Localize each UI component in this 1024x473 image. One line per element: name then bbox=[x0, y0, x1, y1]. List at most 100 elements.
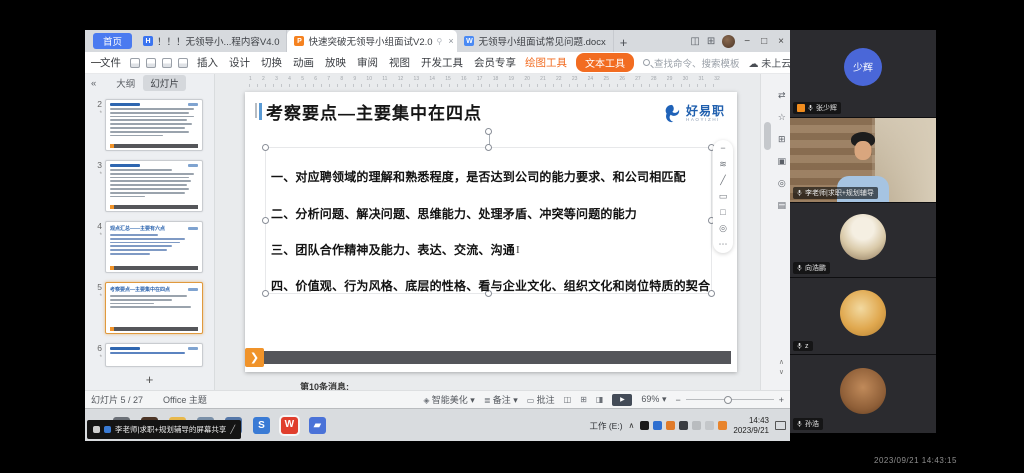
resize-handle[interactable] bbox=[262, 217, 269, 224]
insert-image-icon[interactable]: ▣ bbox=[777, 156, 786, 167]
theme-name[interactable]: Office 主题 bbox=[163, 393, 207, 406]
participant-tile[interactable]: z bbox=[790, 278, 936, 354]
zoom-level[interactable]: 69% ▾ bbox=[641, 394, 666, 405]
duplicate-icon[interactable]: ⊞ bbox=[778, 134, 786, 145]
participant-tile[interactable]: 向浩鹏 bbox=[790, 203, 936, 277]
menu-切换[interactable]: 切换 bbox=[261, 55, 282, 70]
menu-开发工具[interactable]: 开发工具 bbox=[421, 55, 463, 70]
zoom-track[interactable] bbox=[686, 399, 774, 400]
idea-icon[interactable]: ◎ bbox=[719, 224, 727, 233]
apps-grid-icon[interactable]: ⊞ bbox=[707, 36, 715, 47]
resize-handle[interactable] bbox=[485, 144, 492, 151]
vertical-scrollbar[interactable] bbox=[764, 122, 771, 150]
participant-tile[interactable]: 少辉 张少辉 bbox=[790, 30, 936, 117]
slideshow-play-button[interactable]: ▶ bbox=[612, 394, 632, 406]
reading-view-icon[interactable]: ◨ bbox=[596, 395, 604, 404]
tray-icon-3[interactable] bbox=[679, 421, 688, 430]
export-icon[interactable] bbox=[146, 58, 156, 68]
menu-审阅[interactable]: 审阅 bbox=[357, 55, 378, 70]
restore-button[interactable]: □ bbox=[759, 36, 769, 47]
slide-thumbnail[interactable]: 考察要点—主要集中在四点 bbox=[105, 282, 203, 334]
menu-视图[interactable]: 视图 bbox=[389, 55, 410, 70]
minimize-button[interactable]: − bbox=[742, 36, 752, 47]
comments-toggle[interactable]: ▭ 批注 bbox=[527, 393, 555, 406]
menu-动画[interactable]: 动画 bbox=[293, 55, 314, 70]
tray-icon-1[interactable] bbox=[653, 421, 662, 430]
slide-thumbnail[interactable]: 观点汇总——主要有六点 bbox=[105, 221, 203, 273]
account-avatar[interactable] bbox=[722, 35, 735, 48]
resize-handle[interactable] bbox=[262, 290, 269, 297]
preview-icon[interactable] bbox=[178, 58, 188, 68]
document-tab[interactable]: H ！！！无领导小...程内容V4.0 bbox=[136, 30, 287, 52]
slide-bullet-4[interactable]: 四、价值观、行为风格、底层的性格、看与企业文化、组织文化和岗位特质的契合 bbox=[271, 277, 716, 294]
menu-file[interactable]: 文件 bbox=[100, 55, 121, 70]
resize-handle[interactable] bbox=[262, 144, 269, 151]
participant-tile[interactable]: 李老师|求职+规划辅导 bbox=[790, 118, 936, 202]
favorite-icon[interactable]: ☆ bbox=[778, 112, 786, 123]
smart-beautify-button[interactable]: ◈ 智能美化 ▾ bbox=[423, 393, 474, 406]
tray-icon-6[interactable] bbox=[718, 421, 727, 430]
slide-canvas[interactable]: 考察要点—主要集中在四点 好易职 HAOYIZHI bbox=[245, 92, 737, 372]
cloud-status[interactable]: ☁ 未上云 bbox=[749, 55, 792, 70]
slide-bullet-2[interactable]: 二、分析问题、解决问题、思维能力、处理矛盾、冲突等问题的能力 bbox=[271, 205, 716, 222]
collapse-panel-button[interactable]: « bbox=[91, 78, 96, 89]
tray-icon-0[interactable] bbox=[640, 421, 649, 430]
slide-bullet-1[interactable]: 一、对应聘领域的理解和熟悉程度，是否达到公司的能力要求、和公司相匹配 bbox=[271, 168, 716, 185]
tray-icon-5[interactable] bbox=[705, 421, 714, 430]
zoom-in-button[interactable]: + bbox=[779, 395, 784, 405]
print-icon[interactable] bbox=[162, 58, 172, 68]
save-icon[interactable] bbox=[130, 58, 140, 68]
layers-icon[interactable]: ≋ bbox=[719, 160, 727, 169]
menu-插入[interactable]: 插入 bbox=[197, 55, 218, 70]
add-slide-button[interactable]: + bbox=[85, 371, 214, 390]
taskbar-app-browser-s[interactable]: S bbox=[253, 417, 270, 434]
close-button[interactable]: × bbox=[776, 36, 786, 47]
tray-icon-4[interactable] bbox=[692, 421, 701, 430]
notes-pane-text[interactable]: 第10条消息: bbox=[300, 380, 349, 390]
slide-thumbnail[interactable] bbox=[105, 343, 203, 367]
tune-icon[interactable]: ⇄ bbox=[778, 90, 786, 101]
slide-bullet-3[interactable]: 三、团队合作精神及能力、表达、交流、沟通 bbox=[271, 241, 716, 258]
participant-tile[interactable]: 孙浩 bbox=[790, 355, 936, 433]
tray-expand-icon[interactable]: ∧ bbox=[629, 421, 635, 430]
help-icon[interactable]: ◎ bbox=[778, 178, 786, 189]
tray-icon-2[interactable] bbox=[666, 421, 675, 430]
zoom-out-button[interactable]: − bbox=[675, 395, 680, 405]
pen-icon[interactable]: ╱ bbox=[720, 176, 725, 185]
normal-view-icon[interactable]: ◫ bbox=[564, 395, 572, 404]
menu-会员专享[interactable]: 会员专享 bbox=[474, 55, 516, 70]
tab-slides[interactable]: 幻灯片 bbox=[143, 75, 186, 91]
tab-outline[interactable]: 大纲 bbox=[116, 76, 135, 90]
taskbar-clock[interactable]: 14:432023/9/21 bbox=[733, 416, 769, 434]
collapse-icon[interactable]: − bbox=[720, 144, 725, 153]
layout-panel-icon[interactable]: ◫ bbox=[690, 36, 699, 47]
more-icon[interactable]: ⋯ bbox=[719, 240, 728, 249]
next-slide-icon[interactable]: ∨ bbox=[779, 369, 784, 376]
rotate-handle[interactable] bbox=[485, 128, 492, 135]
slide-thumbnail[interactable] bbox=[105, 99, 203, 151]
notebook-icon[interactable]: ▤ bbox=[777, 200, 786, 211]
menu-设计[interactable]: 设计 bbox=[229, 55, 250, 70]
slide-title[interactable]: 考察要点—主要集中在四点 bbox=[266, 99, 482, 124]
previous-slide-icon[interactable]: ∧ bbox=[779, 359, 784, 366]
drive-label[interactable]: 工作 (E:) bbox=[589, 420, 622, 432]
annotate-pencil-icon[interactable]: ╱ bbox=[230, 425, 235, 434]
shape-icon[interactable]: ▭ bbox=[719, 192, 728, 201]
textbox-icon[interactable]: □ bbox=[720, 208, 725, 217]
taskbar-app-meeting-app[interactable]: ▰ bbox=[309, 417, 326, 434]
context-tab-text-tools[interactable]: 文本工具 bbox=[576, 53, 634, 72]
sorter-view-icon[interactable]: ⊞ bbox=[580, 395, 587, 404]
new-tab-button[interactable]: + bbox=[620, 35, 628, 50]
document-tab[interactable]: W 无领导小组面试常见问题.docx bbox=[457, 30, 613, 52]
close-tab-icon[interactable]: × bbox=[448, 36, 453, 46]
slide-thumbnail[interactable] bbox=[105, 160, 203, 212]
notes-toggle[interactable]: ≣ 备注 ▾ bbox=[484, 393, 518, 406]
command-search[interactable]: 查找命令、搜索模板 bbox=[643, 56, 740, 70]
taskbar-app-wps[interactable]: W bbox=[281, 417, 298, 434]
document-tab[interactable]: P 快速突破无领导小组面试V2.0⚲× bbox=[287, 30, 457, 52]
notification-center-icon[interactable] bbox=[775, 421, 786, 430]
tab-home[interactable]: 首页 bbox=[93, 33, 132, 49]
pin-icon[interactable]: ⚲ bbox=[437, 37, 443, 46]
menu-放映[interactable]: 放映 bbox=[325, 55, 346, 70]
context-tab-drawing-tools[interactable]: 绘图工具 bbox=[525, 55, 567, 70]
